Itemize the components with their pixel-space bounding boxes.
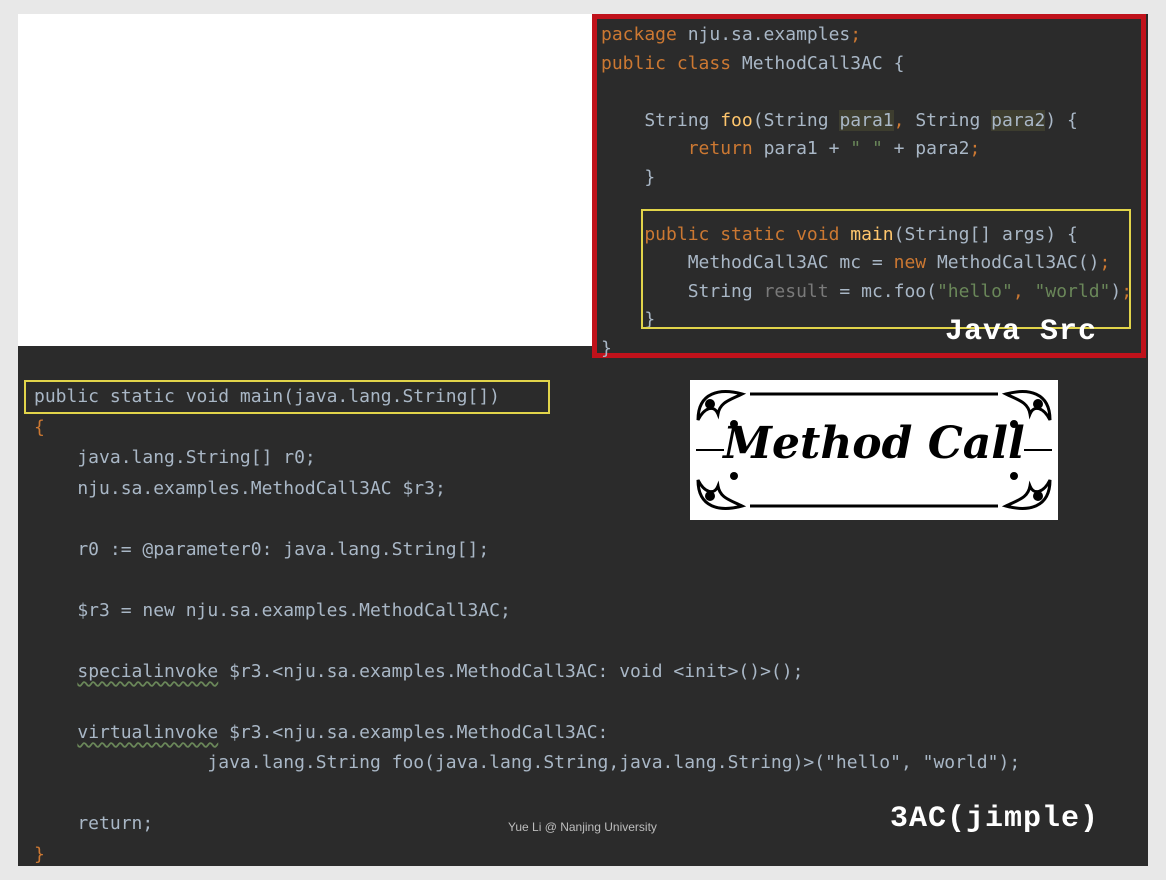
code-token: para1 + [763,138,851,159]
code-line: java.lang.String foo(java.lang.String,ja… [34,748,1020,779]
code-token: nju.sa.examples.MethodCall3AC $r3; [34,477,446,499]
code-token: para1 [839,109,894,131]
java-src-label: Java Src [945,315,1098,349]
code-token: foo [720,109,753,131]
code-line: $r3 = new nju.sa.examples.MethodCall3AC; [34,596,1020,627]
code-line: String foo(String para1, String para2) { [601,107,1132,136]
code-token: ; [969,138,981,159]
java-main-highlight [641,209,1131,329]
code-token: $r3.<nju.sa.examples.MethodCall3AC: void… [218,660,804,682]
code-token: $r3.<nju.sa.examples.MethodCall3AC: [218,721,609,743]
method-call-badge: Method Call [690,380,1058,520]
code-token: " " [850,138,883,159]
code-line: return para1 + " " + para2; [601,135,1132,164]
code-token: ) { [1045,109,1078,131]
code-line: package nju.sa.examples; [601,21,1132,50]
code-token: return [601,138,764,159]
code-line: specialinvoke $r3.<nju.sa.examples.Metho… [34,657,1020,688]
code-token: String [915,109,992,131]
code-line: virtualinvoke $r3.<nju.sa.examples.Metho… [34,718,1020,749]
badge-title: Method Call [723,418,1025,469]
code-token: package [601,24,688,45]
blank-area [18,14,596,346]
slide: public static void main(java.lang.String… [18,14,1148,866]
code-token: virtualinvoke [77,721,219,743]
code-token: } [601,166,656,188]
code-token: + para2 [882,138,970,159]
code-token: para2 [991,109,1046,131]
code-line: r0 := @parameter0: java.lang.String[]; [34,535,1020,566]
code-token: MethodCall3AC { [741,52,905,74]
code-token: java.lang.String foo(java.lang.String,ja… [34,752,1021,773]
code-token: return; [34,813,154,834]
code-token: ; [850,24,862,45]
code-token: $r3 = new nju.sa.examples.MethodCall3AC; [34,599,511,621]
code-token: public class [601,52,742,74]
code-line: } [34,840,1020,871]
code-line: } [601,164,1132,193]
code-token: specialinvoke [77,660,219,682]
jimple-main-highlight [24,380,550,414]
footer-credit: Yue Li @ Nanjing University [508,820,657,834]
code-token: String [601,109,721,131]
code-token: } [34,843,45,865]
java-src-panel: package nju.sa.examples; public class Met… [592,14,1146,359]
code-line: public class MethodCall3AC { [601,50,1132,79]
jimple-label: 3AC(jimple) [890,802,1100,836]
code-token: r0 := @parameter0: java.lang.String[]; [34,538,490,560]
code-token: { [34,416,45,438]
code-token: , [893,109,916,131]
code-token: nju.sa.examples [687,24,851,45]
code-token: java.lang.String[] r0; [34,447,316,468]
code-token: } [601,337,612,359]
code-token: (String [752,109,840,131]
